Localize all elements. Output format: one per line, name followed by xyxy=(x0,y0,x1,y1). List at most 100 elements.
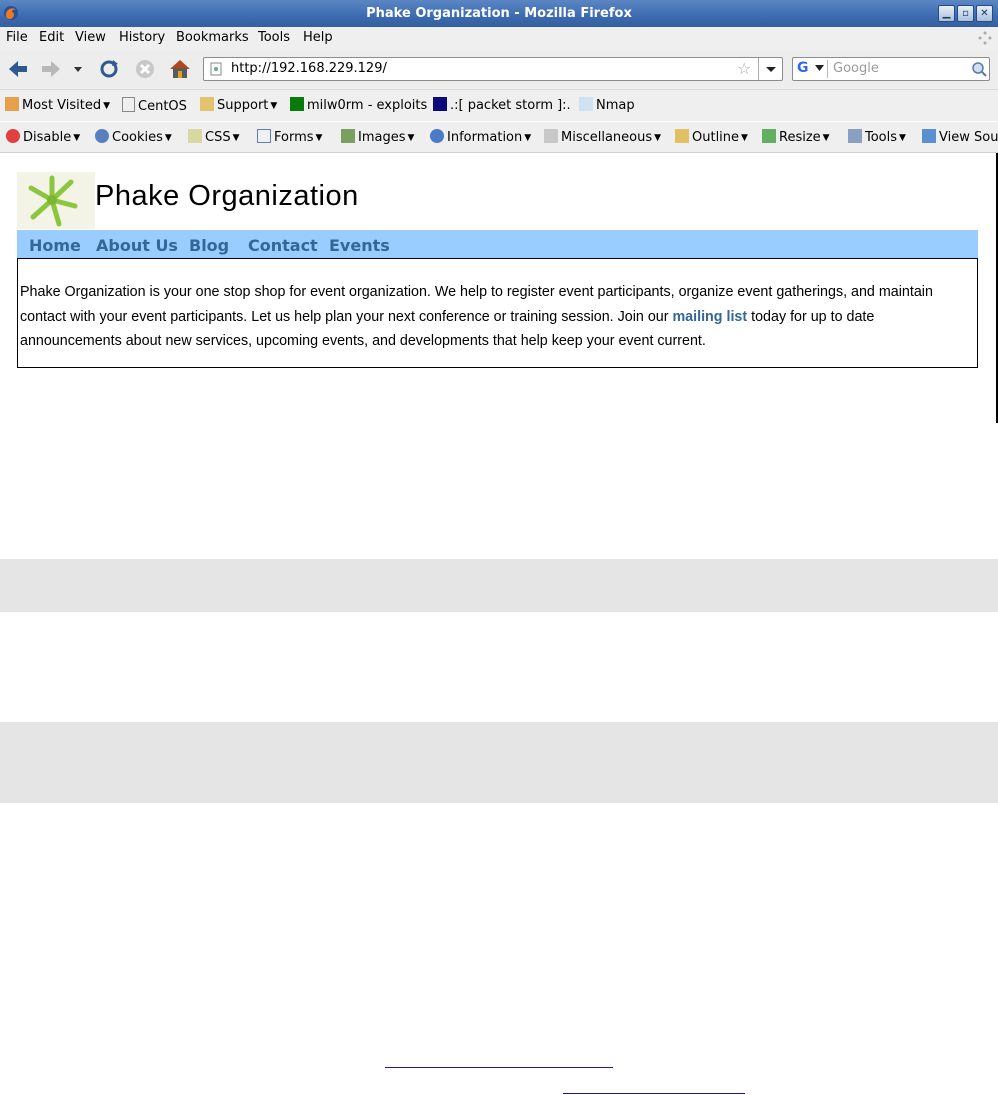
pencil-icon xyxy=(675,129,689,143)
bookmarks-toolbar: Most Visited ▼ CentOS Support ▼ milw0rm - … xyxy=(0,90,998,121)
nav-events[interactable]: Events xyxy=(329,236,390,255)
chevron-down-icon: ▼ xyxy=(524,133,532,143)
forward-icon[interactable] xyxy=(38,57,64,81)
menu-history[interactable]: History xyxy=(119,30,165,45)
disable-icon xyxy=(6,129,20,143)
bookmark-milw0rm[interactable]: milw0rm - exploits xyxy=(290,97,427,113)
dev-cookies[interactable]: Cookies ▼ xyxy=(95,129,172,145)
chevron-down-icon: ▼ xyxy=(270,101,278,111)
dev-resize[interactable]: Resize ▼ xyxy=(762,129,830,145)
search-icon[interactable] xyxy=(971,61,987,77)
dev-view-source[interactable]: View Sou xyxy=(922,129,998,145)
dev-label: Information xyxy=(447,130,523,145)
search-field[interactable]: G Google xyxy=(792,57,990,81)
google-icon: G xyxy=(797,60,809,76)
menu-view[interactable]: View xyxy=(75,30,106,45)
dev-label: Resize xyxy=(779,130,821,145)
footer-link-underline[interactable] xyxy=(385,1067,613,1068)
cookies-icon xyxy=(95,129,109,143)
dev-label: CSS xyxy=(205,130,231,145)
stop-icon[interactable] xyxy=(132,57,158,81)
misc-icon xyxy=(544,129,558,143)
menu-bookmarks[interactable]: Bookmarks xyxy=(176,30,249,45)
dev-label: View Sou xyxy=(939,130,998,145)
page-icon xyxy=(210,62,222,76)
bookmark-label: milw0rm - exploits xyxy=(307,98,428,113)
chevron-down-icon: ▼ xyxy=(407,133,415,143)
forms-icon xyxy=(257,129,271,143)
home-icon[interactable] xyxy=(167,57,193,81)
dev-outline[interactable]: Outline ▼ xyxy=(675,129,748,145)
history-dropdown-icon[interactable] xyxy=(68,57,88,81)
bookmark-star-icon[interactable]: ☆ xyxy=(737,59,751,78)
bookmark-label: .:[ packet storm ]:. xyxy=(450,98,571,113)
menu-tools[interactable]: Tools xyxy=(258,30,290,45)
bookmark-label: Support xyxy=(217,98,269,113)
chevron-down-icon: ▼ xyxy=(315,133,323,143)
dev-css[interactable]: CSS ▼ xyxy=(188,129,240,145)
window-titlebar[interactable]: Phake Organization - Mozilla Firefox ▁ ▫… xyxy=(0,0,998,27)
dev-tools[interactable]: Tools ▼ xyxy=(848,129,906,145)
milw0rm-icon xyxy=(290,97,304,111)
bookmark-support[interactable]: Support ▼ xyxy=(200,97,277,113)
mailing-list-link[interactable]: mailing list xyxy=(672,309,747,325)
chevron-down-icon: ▼ xyxy=(73,133,81,143)
chevron-down-icon: ▼ xyxy=(899,133,906,143)
menu-help[interactable]: Help xyxy=(303,30,333,45)
chevron-down-icon xyxy=(815,65,824,71)
chevron-down-icon: ▼ xyxy=(232,133,240,143)
site-logo xyxy=(17,172,95,229)
navigation-toolbar: http://192.168.229.129/ ☆ G Google xyxy=(0,49,998,90)
dev-information[interactable]: Information ▼ xyxy=(430,129,531,145)
folder-icon xyxy=(200,97,214,111)
minimize-button[interactable]: ▁ xyxy=(938,5,955,22)
nav-about-us[interactable]: About Us xyxy=(96,236,178,255)
chevron-down-icon: ▼ xyxy=(103,101,111,111)
dev-disable[interactable]: Disable ▼ xyxy=(6,129,80,145)
content-box: Phake Organization is your one stop shop… xyxy=(17,258,978,368)
bookmark-centos[interactable]: CentOS xyxy=(122,97,187,114)
page-icon xyxy=(122,97,135,112)
web-developer-toolbar: Disable ▼ Cookies ▼ CSS ▼ Forms ▼ Images ▼ In… xyxy=(0,122,998,153)
nav-home[interactable]: Home xyxy=(29,236,81,255)
packetstorm-icon xyxy=(433,97,447,111)
gray-band xyxy=(0,722,998,803)
bookmark-most-visited[interactable]: Most Visited ▼ xyxy=(5,97,110,113)
dev-label: Miscellaneous xyxy=(561,130,653,145)
chevron-down-icon: ▼ xyxy=(164,133,172,143)
chevron-down-icon xyxy=(766,67,776,72)
maximize-button[interactable]: ▫ xyxy=(957,5,974,22)
window-title: Phake Organization - Mozilla Firefox xyxy=(366,6,632,21)
resize-icon xyxy=(762,129,776,143)
gray-band xyxy=(0,559,998,612)
close-button[interactable]: ✕ xyxy=(976,5,993,22)
eye-icon xyxy=(579,97,593,111)
bookmark-label: Nmap xyxy=(596,98,635,113)
back-icon[interactable] xyxy=(5,57,31,81)
chevron-down-icon: ▼ xyxy=(741,133,748,143)
css-icon xyxy=(188,129,202,143)
site-navigation: Home About Us Blog Contact Events xyxy=(17,230,978,258)
dev-miscellaneous[interactable]: Miscellaneous ▼ xyxy=(544,129,661,145)
url-text: http://192.168.229.129/ xyxy=(231,61,387,76)
menu-edit[interactable]: Edit xyxy=(39,30,64,45)
images-icon xyxy=(341,129,355,143)
throbber-icon xyxy=(978,31,992,45)
url-dropdown-button[interactable] xyxy=(758,58,783,80)
dev-forms[interactable]: Forms ▼ xyxy=(257,129,322,145)
menu-bar: File Edit View History Bookmarks Tools H… xyxy=(0,27,998,49)
footer-link-underline[interactable] xyxy=(563,1093,745,1094)
url-bar[interactable]: http://192.168.229.129/ ☆ xyxy=(203,57,783,81)
dev-label: Disable xyxy=(23,130,72,145)
reload-icon[interactable] xyxy=(96,57,122,81)
dev-label: Outline xyxy=(692,130,740,145)
menu-file[interactable]: File xyxy=(6,30,28,45)
nav-contact[interactable]: Contact xyxy=(248,236,318,255)
bookmark-packet-storm[interactable]: .:[ packet storm ]:. xyxy=(433,97,571,113)
search-engine-button[interactable]: G xyxy=(795,60,828,78)
nav-blog[interactable]: Blog xyxy=(189,236,229,255)
bookmark-nmap[interactable]: Nmap xyxy=(579,97,635,113)
search-placeholder: Google xyxy=(833,61,879,76)
dev-images[interactable]: Images ▼ xyxy=(341,129,414,145)
dev-label: Tools xyxy=(865,130,898,145)
